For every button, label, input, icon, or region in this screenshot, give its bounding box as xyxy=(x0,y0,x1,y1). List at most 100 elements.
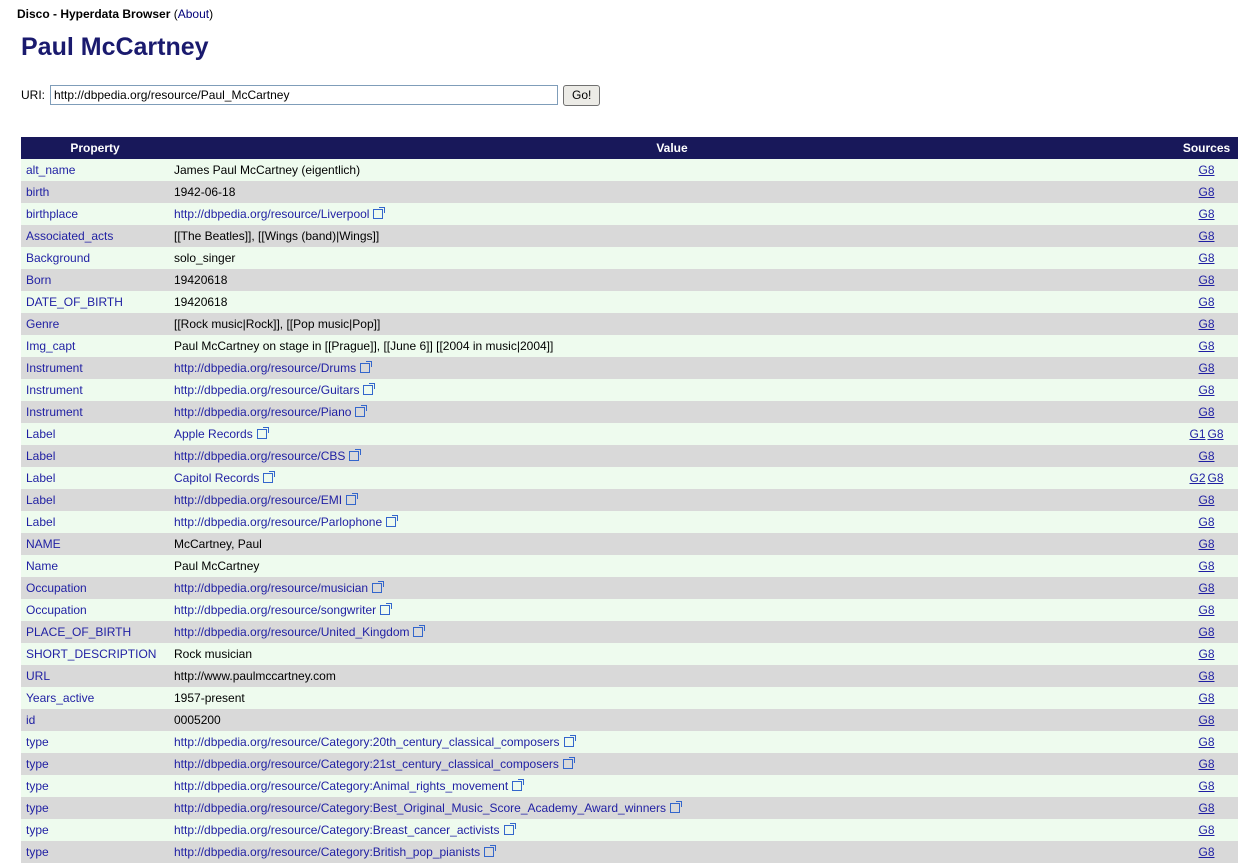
value-link[interactable]: Apple Records xyxy=(174,427,269,441)
source-link[interactable]: G8 xyxy=(1198,405,1214,419)
property-cell[interactable]: Instrument xyxy=(21,379,169,401)
about-link[interactable]: About xyxy=(178,7,209,21)
value-link[interactable]: http://dbpedia.org/resource/Guitars xyxy=(174,383,376,397)
property-cell[interactable]: Background xyxy=(21,247,169,269)
table-row: NAME McCartney, Paul G8 xyxy=(21,533,1238,555)
source-link[interactable]: G8 xyxy=(1198,559,1214,573)
property-cell[interactable]: birthplace xyxy=(21,203,169,225)
sources-cell: G8 xyxy=(1175,599,1238,621)
source-link[interactable]: G8 xyxy=(1198,625,1214,639)
external-link-icon xyxy=(360,361,373,373)
value-link[interactable]: http://dbpedia.org/resource/CBS xyxy=(174,449,362,463)
value-link[interactable]: http://dbpedia.org/resource/Parlophone xyxy=(174,515,399,529)
property-cell[interactable]: type xyxy=(21,797,169,819)
property-cell[interactable]: birth xyxy=(21,181,169,203)
property-cell[interactable]: Occupation xyxy=(21,577,169,599)
value-link[interactable]: http://dbpedia.org/resource/United_Kingd… xyxy=(174,625,426,639)
source-link[interactable]: G8 xyxy=(1198,251,1214,265)
property-cell[interactable]: Img_capt xyxy=(21,335,169,357)
source-link[interactable]: G8 xyxy=(1198,207,1214,221)
value-cell: 19420618 xyxy=(169,269,1175,291)
source-link[interactable]: G8 xyxy=(1198,229,1214,243)
property-cell[interactable]: DATE_OF_BIRTH xyxy=(21,291,169,313)
value-link[interactable]: Capitol Records xyxy=(174,471,276,485)
property-cell[interactable]: Name xyxy=(21,555,169,577)
value-text: Rock musician xyxy=(174,647,253,661)
value-link-text: http://dbpedia.org/resource/Liverpool xyxy=(174,207,370,221)
source-link[interactable]: G8 xyxy=(1198,647,1214,661)
property-cell[interactable]: type xyxy=(21,819,169,841)
value-link[interactable]: http://dbpedia.org/resource/Category:21s… xyxy=(174,757,575,771)
property-cell[interactable]: Label xyxy=(21,445,169,467)
property-cell[interactable]: Label xyxy=(21,511,169,533)
uri-input[interactable] xyxy=(50,85,558,105)
property-cell[interactable]: type xyxy=(21,841,169,863)
source-link[interactable]: G8 xyxy=(1198,273,1214,287)
source-link[interactable]: G8 xyxy=(1208,471,1224,485)
value-link[interactable]: http://dbpedia.org/resource/Piano xyxy=(174,405,368,419)
source-link[interactable]: G8 xyxy=(1198,845,1214,859)
value-link[interactable]: http://dbpedia.org/resource/Category:Bri… xyxy=(174,845,497,859)
property-cell[interactable]: Occupation xyxy=(21,599,169,621)
external-link-icon xyxy=(562,757,575,769)
sources-cell: G8 xyxy=(1175,511,1238,533)
value-link[interactable]: http://dbpedia.org/resource/Liverpool xyxy=(174,207,386,221)
property-cell[interactable]: Associated_acts xyxy=(21,225,169,247)
source-link[interactable]: G1 xyxy=(1189,427,1205,441)
source-link[interactable]: G8 xyxy=(1198,295,1214,309)
source-link[interactable]: G8 xyxy=(1198,383,1214,397)
source-link[interactable]: G8 xyxy=(1198,757,1214,771)
go-button[interactable]: Go! xyxy=(563,84,601,106)
property-cell[interactable]: Years_active xyxy=(21,687,169,709)
source-link[interactable]: G8 xyxy=(1198,691,1214,705)
value-link[interactable]: http://dbpedia.org/resource/Category:Bes… xyxy=(174,801,683,815)
source-link[interactable]: G8 xyxy=(1198,163,1214,177)
value-cell: http://dbpedia.org/resource/Category:20t… xyxy=(169,731,1175,753)
value-link[interactable]: http://dbpedia.org/resource/songwriter xyxy=(174,603,393,617)
value-link[interactable]: http://dbpedia.org/resource/Category:Ani… xyxy=(174,779,525,793)
value-link[interactable]: http://dbpedia.org/resource/Category:20t… xyxy=(174,735,576,749)
property-cell[interactable]: Born xyxy=(21,269,169,291)
value-link[interactable]: http://dbpedia.org/resource/musician xyxy=(174,581,385,595)
app-title: Disco - Hyperdata Browser (About) xyxy=(17,7,213,21)
source-link[interactable]: G8 xyxy=(1198,713,1214,727)
property-cell[interactable]: SHORT_DESCRIPTION xyxy=(21,643,169,665)
value-link[interactable]: http://dbpedia.org/resource/Category:Bre… xyxy=(174,823,516,837)
header-property: Property xyxy=(21,137,169,159)
property-cell[interactable]: id xyxy=(21,709,169,731)
external-link-icon xyxy=(503,823,516,835)
source-link[interactable]: G8 xyxy=(1198,185,1214,199)
property-cell[interactable]: PLACE_OF_BIRTH xyxy=(21,621,169,643)
source-link[interactable]: G8 xyxy=(1198,317,1214,331)
property-cell[interactable]: NAME xyxy=(21,533,169,555)
source-link[interactable]: G8 xyxy=(1198,779,1214,793)
source-link[interactable]: G8 xyxy=(1198,801,1214,815)
sources-cell: G8 xyxy=(1175,665,1238,687)
source-link[interactable]: G8 xyxy=(1198,581,1214,595)
source-link[interactable]: G8 xyxy=(1198,735,1214,749)
property-cell[interactable]: alt_name xyxy=(21,159,169,181)
value-link[interactable]: http://dbpedia.org/resource/Drums xyxy=(174,361,373,375)
source-link[interactable]: G2 xyxy=(1189,471,1205,485)
source-link[interactable]: G8 xyxy=(1198,339,1214,353)
source-link[interactable]: G8 xyxy=(1198,493,1214,507)
property-cell[interactable]: Label xyxy=(21,467,169,489)
property-cell[interactable]: Label xyxy=(21,489,169,511)
property-cell[interactable]: type xyxy=(21,775,169,797)
source-link[interactable]: G8 xyxy=(1198,537,1214,551)
property-cell[interactable]: type xyxy=(21,753,169,775)
source-link[interactable]: G8 xyxy=(1198,361,1214,375)
property-cell[interactable]: Instrument xyxy=(21,401,169,423)
source-link[interactable]: G8 xyxy=(1198,449,1214,463)
property-cell[interactable]: Genre xyxy=(21,313,169,335)
source-link[interactable]: G8 xyxy=(1198,515,1214,529)
source-link[interactable]: G8 xyxy=(1198,603,1214,617)
property-cell[interactable]: URL xyxy=(21,665,169,687)
value-link[interactable]: http://dbpedia.org/resource/EMI xyxy=(174,493,359,507)
source-link[interactable]: G8 xyxy=(1198,669,1214,683)
source-link[interactable]: G8 xyxy=(1198,823,1214,837)
property-cell[interactable]: type xyxy=(21,731,169,753)
property-cell[interactable]: Instrument xyxy=(21,357,169,379)
property-cell[interactable]: Label xyxy=(21,423,169,445)
source-link[interactable]: G8 xyxy=(1208,427,1224,441)
